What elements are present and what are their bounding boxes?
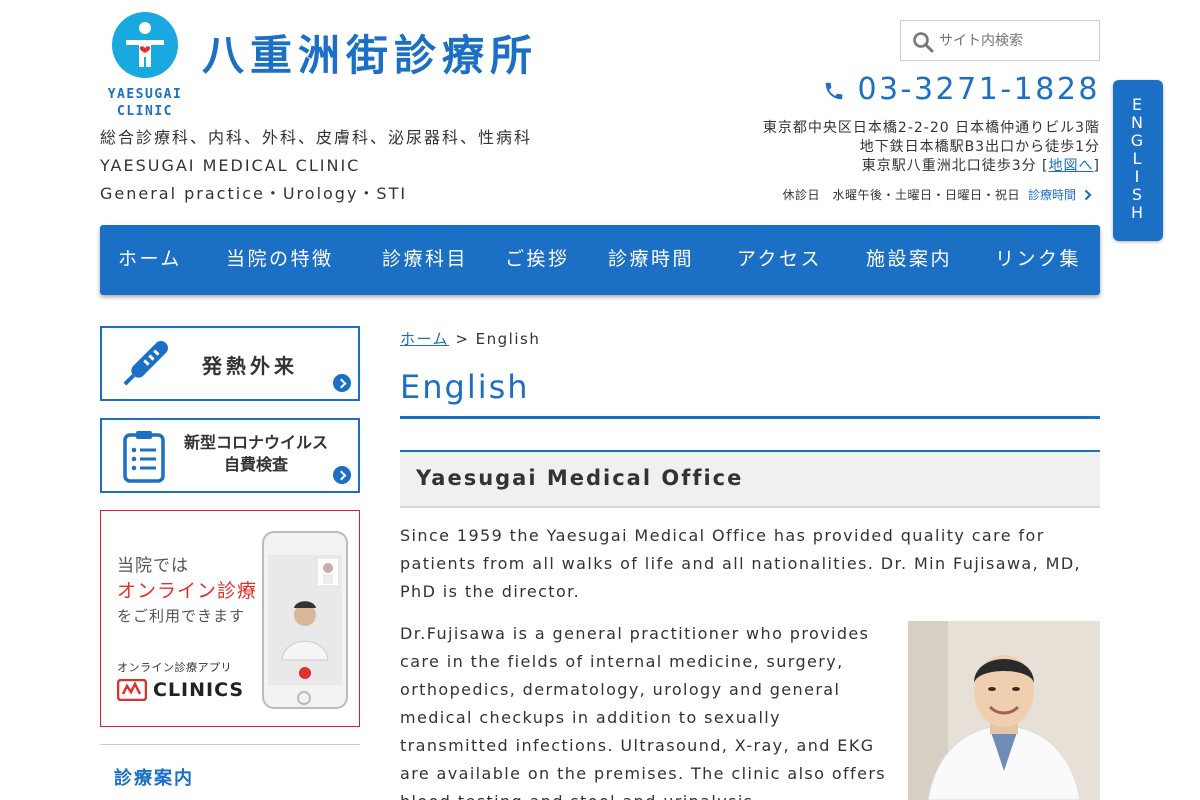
- search-icon: [913, 32, 934, 53]
- hours-link[interactable]: 診療時間: [1028, 186, 1092, 203]
- nav-departments[interactable]: 診療科目: [382, 225, 468, 295]
- nav-access[interactable]: アクセス: [737, 225, 822, 295]
- section-title: Yaesugai Medical Office: [416, 466, 744, 490]
- sidebar-heading: 診療案内: [114, 768, 194, 789]
- online-consultation-banner[interactable]: 当院では オンライン診療 をご利用できます オンライン診療アプリ CLINICS: [100, 510, 360, 727]
- arrow-circle-icon: [333, 374, 351, 392]
- search-input[interactable]: [939, 29, 1089, 53]
- clinics-logo-icon: [117, 679, 147, 701]
- global-navigation: ホーム 当院の特徴 診療科目 ご挨拶 診療時間 アクセス 施設案内 リンク集: [100, 225, 1100, 295]
- english-tab-letter: N: [1131, 113, 1145, 132]
- fever-banner-label: 発熱外来: [202, 354, 298, 378]
- nav-links[interactable]: リンク集: [995, 225, 1081, 295]
- phone-icon: [826, 82, 843, 100]
- nav-hours[interactable]: 診療時間: [608, 225, 694, 295]
- clinic-logo[interactable]: YAESUGAI CLINIC: [104, 12, 186, 119]
- nav-features[interactable]: 当院の特徴: [226, 225, 334, 295]
- phone-link[interactable]: 03-3271-1828: [823, 70, 1100, 108]
- address-line-1: 東京都中央区日本橋2-2-20 日本橋仲通りビル3階: [762, 120, 1100, 136]
- doctor-paragraph: Dr.Fujisawa is a general practitioner wh…: [400, 624, 887, 800]
- sidebar-divider: [100, 744, 360, 745]
- section-header: Yaesugai Medical Office: [400, 450, 1100, 508]
- english-tab-letter: S: [1131, 185, 1145, 204]
- address-line-2: 地下鉄日本橋駅B3出口から徒歩1分: [859, 139, 1100, 155]
- logo-english-text: YAESUGAI CLINIC: [107, 87, 183, 119]
- covid-banner-label: 新型コロナウイルス 自費検査: [183, 433, 328, 474]
- thermometer-icon: [123, 341, 168, 386]
- title-underline: [400, 416, 1100, 419]
- nav-greeting[interactable]: ご挨拶: [505, 225, 570, 295]
- english-tab-letter: H: [1130, 203, 1146, 222]
- arrow-circle-icon: [333, 466, 351, 484]
- holiday-info: 休診日 水曜午後・土曜日・日曜日・祝日: [782, 188, 1020, 202]
- clinic-name-english: YAESUGAI MEDICAL CLINIC: [100, 156, 361, 175]
- online-line-3: をご利用できます: [117, 607, 246, 625]
- video-call-screen: [268, 555, 342, 685]
- online-line-2: オンライン診療: [117, 580, 258, 602]
- specialties-english: General practice・Urology・STI: [100, 184, 408, 203]
- clinic-name-japanese[interactable]: 八重洲街診療所: [202, 30, 538, 82]
- english-tab-letter: I: [1134, 167, 1142, 186]
- chevron-right-icon: [1084, 189, 1092, 200]
- english-tab-letter: L: [1132, 149, 1144, 168]
- online-app-label: オンライン診療アプリ: [117, 661, 232, 674]
- phone-number: 03-3271-1828: [857, 71, 1100, 107]
- breadcrumb-home-link[interactable]: ホーム: [400, 330, 449, 348]
- english-tab-letter: G: [1130, 131, 1146, 150]
- english-tab-button[interactable]: E N G L I S H: [1113, 80, 1163, 241]
- fever-clinic-banner[interactable]: 発熱外来: [100, 326, 360, 401]
- clinics-app-name: CLINICS: [153, 679, 245, 701]
- nav-facilities[interactable]: 施設案内: [866, 225, 952, 295]
- breadcrumb-separator: >: [449, 330, 476, 348]
- address-line-3-suffix: ]: [1093, 158, 1100, 174]
- address-line-3-prefix: 東京駅八重洲北口徒歩3分 [: [861, 158, 1049, 174]
- page-title: English: [400, 368, 530, 406]
- logo-figure-icon: [112, 12, 178, 78]
- covid-test-banner[interactable]: 新型コロナウイルス 自費検査: [100, 418, 360, 493]
- home-button-icon: [297, 691, 311, 705]
- english-tab-letter: E: [1131, 95, 1145, 114]
- intro-paragraph: Since 1959 the Yaesugai Medical Office h…: [400, 526, 1082, 601]
- breadcrumb: ホーム > English: [400, 328, 540, 349]
- departments-text: 総合診療科、内科、外科、皮膚科、泌尿器科、性病科: [100, 128, 533, 147]
- doctor-photo: [908, 621, 1100, 800]
- site-search[interactable]: [900, 20, 1100, 61]
- nav-home[interactable]: ホーム: [118, 225, 182, 295]
- clipboard-icon: [123, 431, 165, 483]
- breadcrumb-current: English: [475, 330, 541, 348]
- address-line-3: 東京駅八重洲北口徒歩3分 [地図へ]: [862, 157, 1100, 176]
- hours-link-label: 診療時間: [1028, 188, 1077, 202]
- map-link[interactable]: 地図へ: [1049, 158, 1094, 174]
- online-line-1: 当院では: [117, 556, 189, 576]
- clinics-logo: CLINICS: [117, 679, 244, 701]
- smartphone-illustration: [262, 531, 348, 709]
